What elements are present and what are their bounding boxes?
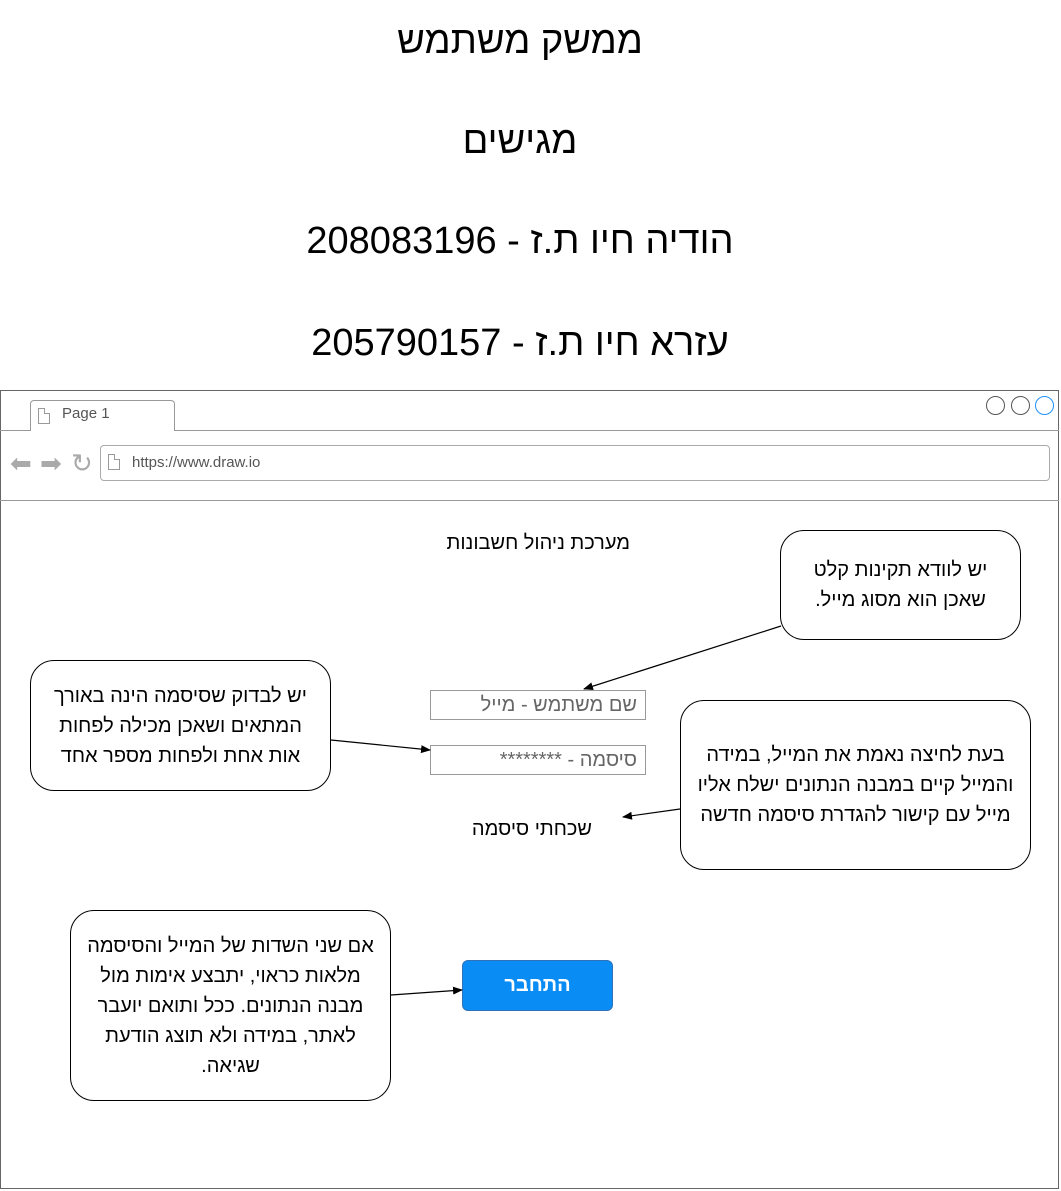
login-button[interactable]: התחבר <box>462 960 613 1011</box>
password-validation-note: יש לבדוק שסיסמה הינה באורך המתאים ושאכן … <box>30 660 331 791</box>
minimize-button[interactable] <box>986 396 1005 415</box>
submitter-2: עזרא חיו ת.ז - 205790157 <box>311 322 729 364</box>
forgot-password-link[interactable]: שכחתי סיסמה <box>440 818 592 841</box>
submitter-1: הודיה חיו ת.ז - 208083196 <box>306 220 734 262</box>
nav-bar-divider <box>0 500 1059 501</box>
address-bar-url: https://www.draw.io <box>132 454 261 471</box>
refresh-icon[interactable]: ↻ <box>71 448 93 478</box>
password-input[interactable] <box>430 745 646 775</box>
maximize-button[interactable] <box>1011 396 1030 415</box>
forgot-password-note: בעת לחיצה נאמת את המייל, במידה והמייל קי… <box>680 700 1031 870</box>
submitters-heading: מגישים <box>462 120 578 162</box>
app-title: מערכת ניהול חשבונות <box>446 532 630 554</box>
username-input[interactable] <box>430 690 646 720</box>
url-page-icon <box>108 454 120 470</box>
close-button[interactable] <box>1035 396 1054 415</box>
back-arrow-icon[interactable]: ⬅ <box>10 448 32 478</box>
page-icon <box>38 408 50 424</box>
email-validation-note: יש לוודא תקינות קלט שאכן הוא מסוג מייל. <box>780 530 1021 640</box>
login-flow-note: אם שני השדות של המייל והסיסמה מלאות כראו… <box>70 910 391 1101</box>
forward-arrow-icon[interactable]: ➡ <box>40 448 62 478</box>
interface-title: ממשק משתמש <box>397 20 643 62</box>
browser-tab-label: Page 1 <box>62 405 110 422</box>
